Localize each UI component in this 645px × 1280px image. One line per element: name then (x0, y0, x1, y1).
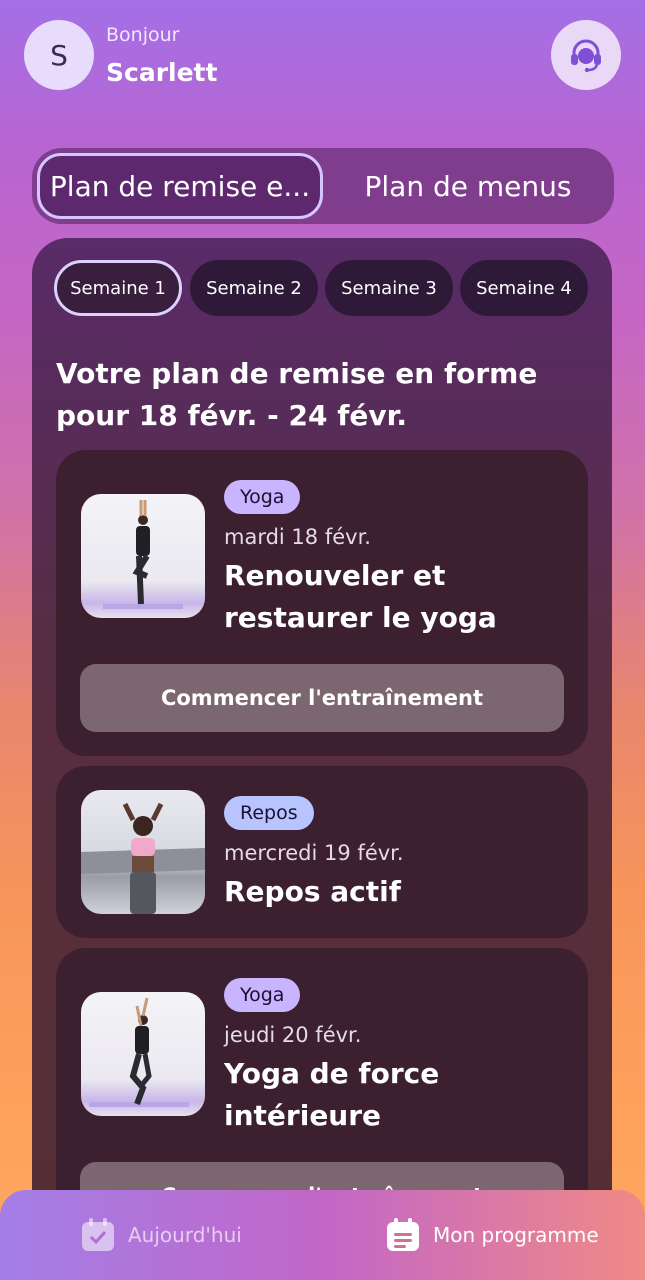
workout-date: mardi 18 févr. (224, 525, 371, 549)
workout-title: Yoga de force intérieure (224, 1057, 440, 1132)
week-tab-2[interactable]: Semaine 2 (190, 260, 318, 316)
category-badge: Repos (224, 796, 314, 830)
start-workout-button[interactable]: Commencer l'entraînement (80, 664, 564, 732)
workout-date: jeudi 20 févr. (224, 1023, 362, 1047)
week-selector: Semaine 1 Semaine 2 Semaine 3 Semaine 4 (54, 260, 590, 316)
week-tab-3[interactable]: Semaine 3 (325, 260, 453, 316)
workout-card[interactable]: Yoga mardi 18 févr. Renouveler et restau… (56, 450, 588, 756)
category-badge: Yoga (224, 978, 301, 1012)
plan-segment-control: Plan de remise e... Plan de menus (32, 148, 614, 224)
workout-title: Renouveler et restaurer le yoga (224, 559, 497, 634)
bottom-tab-bar: Aujourd'hui Mon programme (0, 1190, 645, 1280)
headset-icon (571, 39, 601, 73)
week-tab-1[interactable]: Semaine 1 (54, 260, 182, 316)
workout-image (81, 790, 205, 914)
workout-image (81, 992, 205, 1116)
week-tab-4[interactable]: Semaine 4 (460, 260, 588, 316)
tab-today-label: Aujourd'hui (128, 1223, 242, 1247)
support-button[interactable] (551, 20, 621, 90)
username: Scarlett (106, 58, 218, 87)
calendar-list-icon (387, 1218, 419, 1251)
plan-panel: Semaine 1 Semaine 2 Semaine 3 Semaine 4 … (32, 238, 612, 1280)
tab-today[interactable]: Aujourd'hui (80, 1190, 242, 1280)
tab-my-program[interactable]: Mon programme (385, 1190, 599, 1280)
plan-title: Votre plan de remise en forme pour 18 fé… (56, 357, 538, 432)
workout-title: Repos actif (224, 875, 401, 908)
category-badge: Yoga (224, 480, 301, 514)
segment-fitness-plan[interactable]: Plan de remise e... (37, 153, 323, 219)
avatar[interactable]: S (24, 20, 94, 90)
header: S Bonjour Scarlett (24, 20, 621, 90)
workout-date: mercredi 19 févr. (224, 841, 404, 865)
calendar-check-icon (82, 1218, 114, 1251)
tab-my-program-label: Mon programme (433, 1223, 599, 1247)
segment-menu-plan[interactable]: Plan de menus (328, 153, 608, 219)
workout-card[interactable]: Repos mercredi 19 févr. Repos actif (56, 766, 588, 938)
workout-image (81, 494, 205, 618)
greeting-text: Bonjour (106, 24, 180, 46)
